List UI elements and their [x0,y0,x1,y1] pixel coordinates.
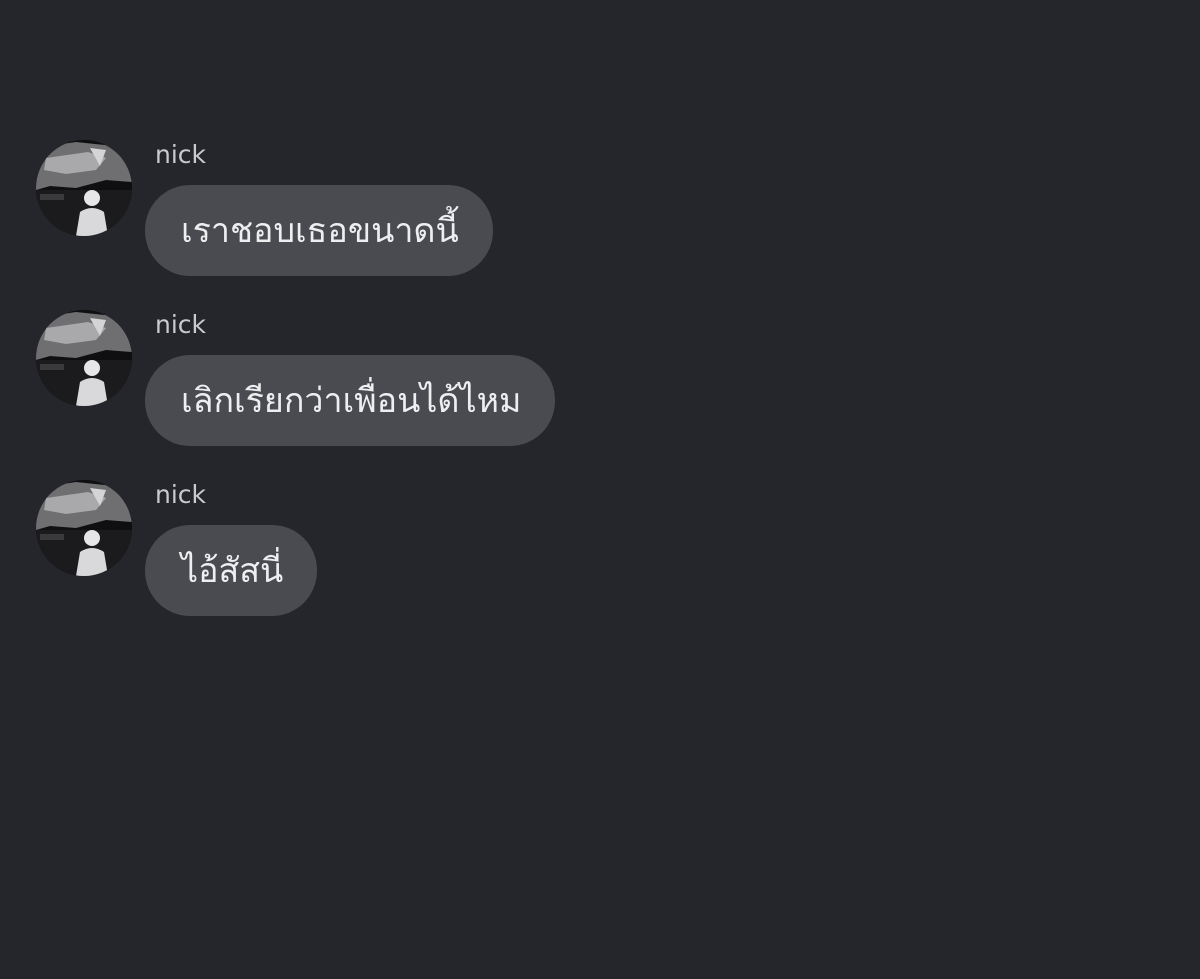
avatar-photo-icon [36,480,132,576]
sender-name: nick [155,140,207,169]
sender-name: nick [155,310,207,339]
message-row: nick เราชอบเธอขนาดนี้ [0,138,1200,288]
avatar-photo-icon [36,310,132,406]
message-bubble[interactable]: เราชอบเธอขนาดนี้ [145,185,493,276]
message-text: ไอ้สัสนี่ [181,550,284,591]
message-bubble[interactable]: ไอ้สัสนี่ [145,525,318,616]
message-row: nick ไอ้สัสนี่ [0,478,1200,628]
message-text: เราชอบเธอขนาดนี้ [181,210,459,251]
message-text: เลิกเรียกว่าเพื่อนได้ไหม [181,380,522,421]
message-bubble[interactable]: เลิกเรียกว่าเพื่อนได้ไหม [145,355,556,446]
avatar-photo-icon [36,140,132,236]
avatar[interactable] [36,140,132,236]
avatar[interactable] [36,480,132,576]
message-row: nick เลิกเรียกว่าเพื่อนได้ไหม [0,308,1200,458]
sender-name: nick [155,480,207,509]
avatar[interactable] [36,310,132,406]
chat-thread: nick เราชอบเธอขนาดนี้ nick เลิกเรียกว่าเ… [0,0,1200,979]
